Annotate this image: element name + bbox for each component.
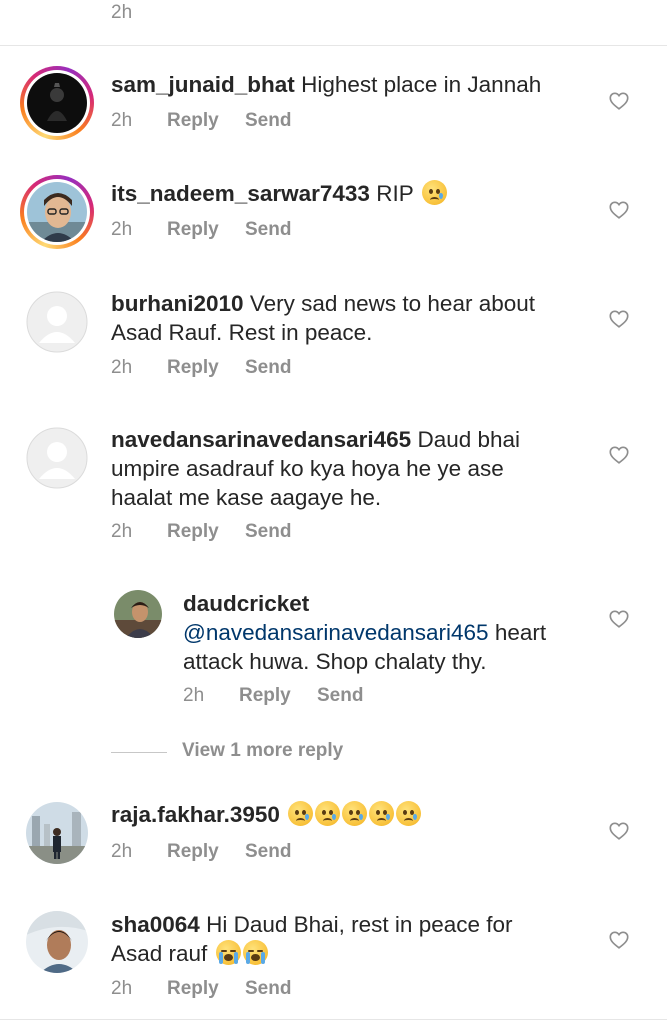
comment-time: 2h xyxy=(183,685,205,706)
avatar[interactable] xyxy=(27,73,87,133)
crying-face-icon xyxy=(421,180,447,205)
username[interactable]: burhani2010 xyxy=(111,291,244,316)
heart-outline-icon[interactable] xyxy=(608,308,630,330)
reply-button[interactable]: Reply xyxy=(167,978,245,1000)
send-button[interactable]: Send xyxy=(245,841,291,863)
avatar[interactable] xyxy=(26,427,88,489)
crying-face-icon xyxy=(315,801,341,826)
previous-comment-time: 2h xyxy=(111,2,133,23)
loudly-crying-face-icon xyxy=(242,940,268,965)
comment-time: 2h xyxy=(111,110,133,131)
view-more-label[interactable]: View 1 more reply xyxy=(182,740,343,762)
username[interactable]: daudcricket xyxy=(183,589,546,618)
reply-button[interactable]: Reply xyxy=(167,110,245,132)
comment-text: Highest place in Jannah xyxy=(301,72,542,97)
reply-button[interactable]: Reply xyxy=(167,521,245,543)
username[interactable]: sha0064 xyxy=(111,912,200,937)
reply-button[interactable]: Reply xyxy=(167,841,245,863)
outdoor-avatar-icon xyxy=(26,802,88,864)
comment-time: 2h xyxy=(111,219,133,240)
comment-time: 2h xyxy=(111,357,133,378)
dark-figure-avatar-icon xyxy=(27,73,87,133)
mention-link[interactable]: @navedansarinavedansari465 xyxy=(183,620,489,645)
divider xyxy=(0,45,667,46)
username[interactable]: its_nadeem_sarwar7433 xyxy=(111,181,370,206)
send-button[interactable]: Send xyxy=(245,110,291,132)
loudly-crying-face-icon xyxy=(215,940,241,965)
story-ring[interactable] xyxy=(20,175,94,249)
crying-face-icon xyxy=(396,801,422,826)
send-button[interactable]: Send xyxy=(317,685,363,707)
comment-text: Very sad news to hear about xyxy=(249,291,536,316)
send-button[interactable]: Send xyxy=(245,521,291,543)
heart-outline-icon[interactable] xyxy=(608,820,630,842)
send-button[interactable]: Send xyxy=(245,219,291,241)
heart-outline-icon[interactable] xyxy=(608,929,630,951)
reply-button[interactable]: Reply xyxy=(167,357,245,379)
comment-text-line-2: umpire asadrauf ko kya hoya he ye ase xyxy=(111,456,504,481)
crying-face-icon xyxy=(288,801,314,826)
story-ring[interactable] xyxy=(20,66,94,140)
heart-outline-icon[interactable] xyxy=(608,90,630,112)
comment-text-line-3: haalat me kase aagaye he. xyxy=(111,485,382,510)
comment-time: 2h xyxy=(111,978,133,999)
default-avatar-icon xyxy=(26,291,88,353)
reply-button[interactable]: Reply xyxy=(239,685,317,707)
divider xyxy=(0,1019,667,1020)
comment-text-line-2: Asad rauf xyxy=(111,941,208,966)
avatar[interactable] xyxy=(26,291,88,353)
avatar[interactable] xyxy=(26,802,88,864)
heart-outline-icon[interactable] xyxy=(608,199,630,221)
send-button[interactable]: Send xyxy=(245,357,291,379)
portrait-avatar-icon xyxy=(114,590,162,638)
comment-text-line-2: Asad Rauf. Rest in peace. xyxy=(111,320,373,345)
comment-text: heart xyxy=(494,620,547,645)
heart-outline-icon[interactable] xyxy=(608,608,630,630)
heart-outline-icon[interactable] xyxy=(608,444,630,466)
username[interactable]: raja.fakhar.3950 xyxy=(111,802,280,827)
comment-time: 2h xyxy=(111,841,133,862)
avatar[interactable] xyxy=(27,182,87,242)
send-button[interactable]: Send xyxy=(245,978,291,1000)
comment-text: Daud bhai xyxy=(417,427,521,452)
comment-text: Hi Daud Bhai, rest in peace for xyxy=(206,912,513,937)
view-more-line xyxy=(111,752,167,753)
comment-text-line-2: attack huwa. Shop chalaty thy. xyxy=(183,649,487,674)
comment-time: 2h xyxy=(111,521,133,542)
default-avatar-icon xyxy=(26,427,88,489)
avatar[interactable] xyxy=(26,911,88,973)
crying-face-icon xyxy=(342,801,368,826)
comment-text: RIP xyxy=(376,181,414,206)
avatar[interactable] xyxy=(114,590,162,638)
reply-button[interactable]: Reply xyxy=(167,219,245,241)
username[interactable]: sam_junaid_bhat xyxy=(111,72,295,97)
username[interactable]: navedansarinavedansari465 xyxy=(111,427,411,452)
crying-face-icon xyxy=(369,801,395,826)
young-man-avatar-icon xyxy=(26,911,88,973)
selfie-avatar-icon xyxy=(27,182,87,242)
